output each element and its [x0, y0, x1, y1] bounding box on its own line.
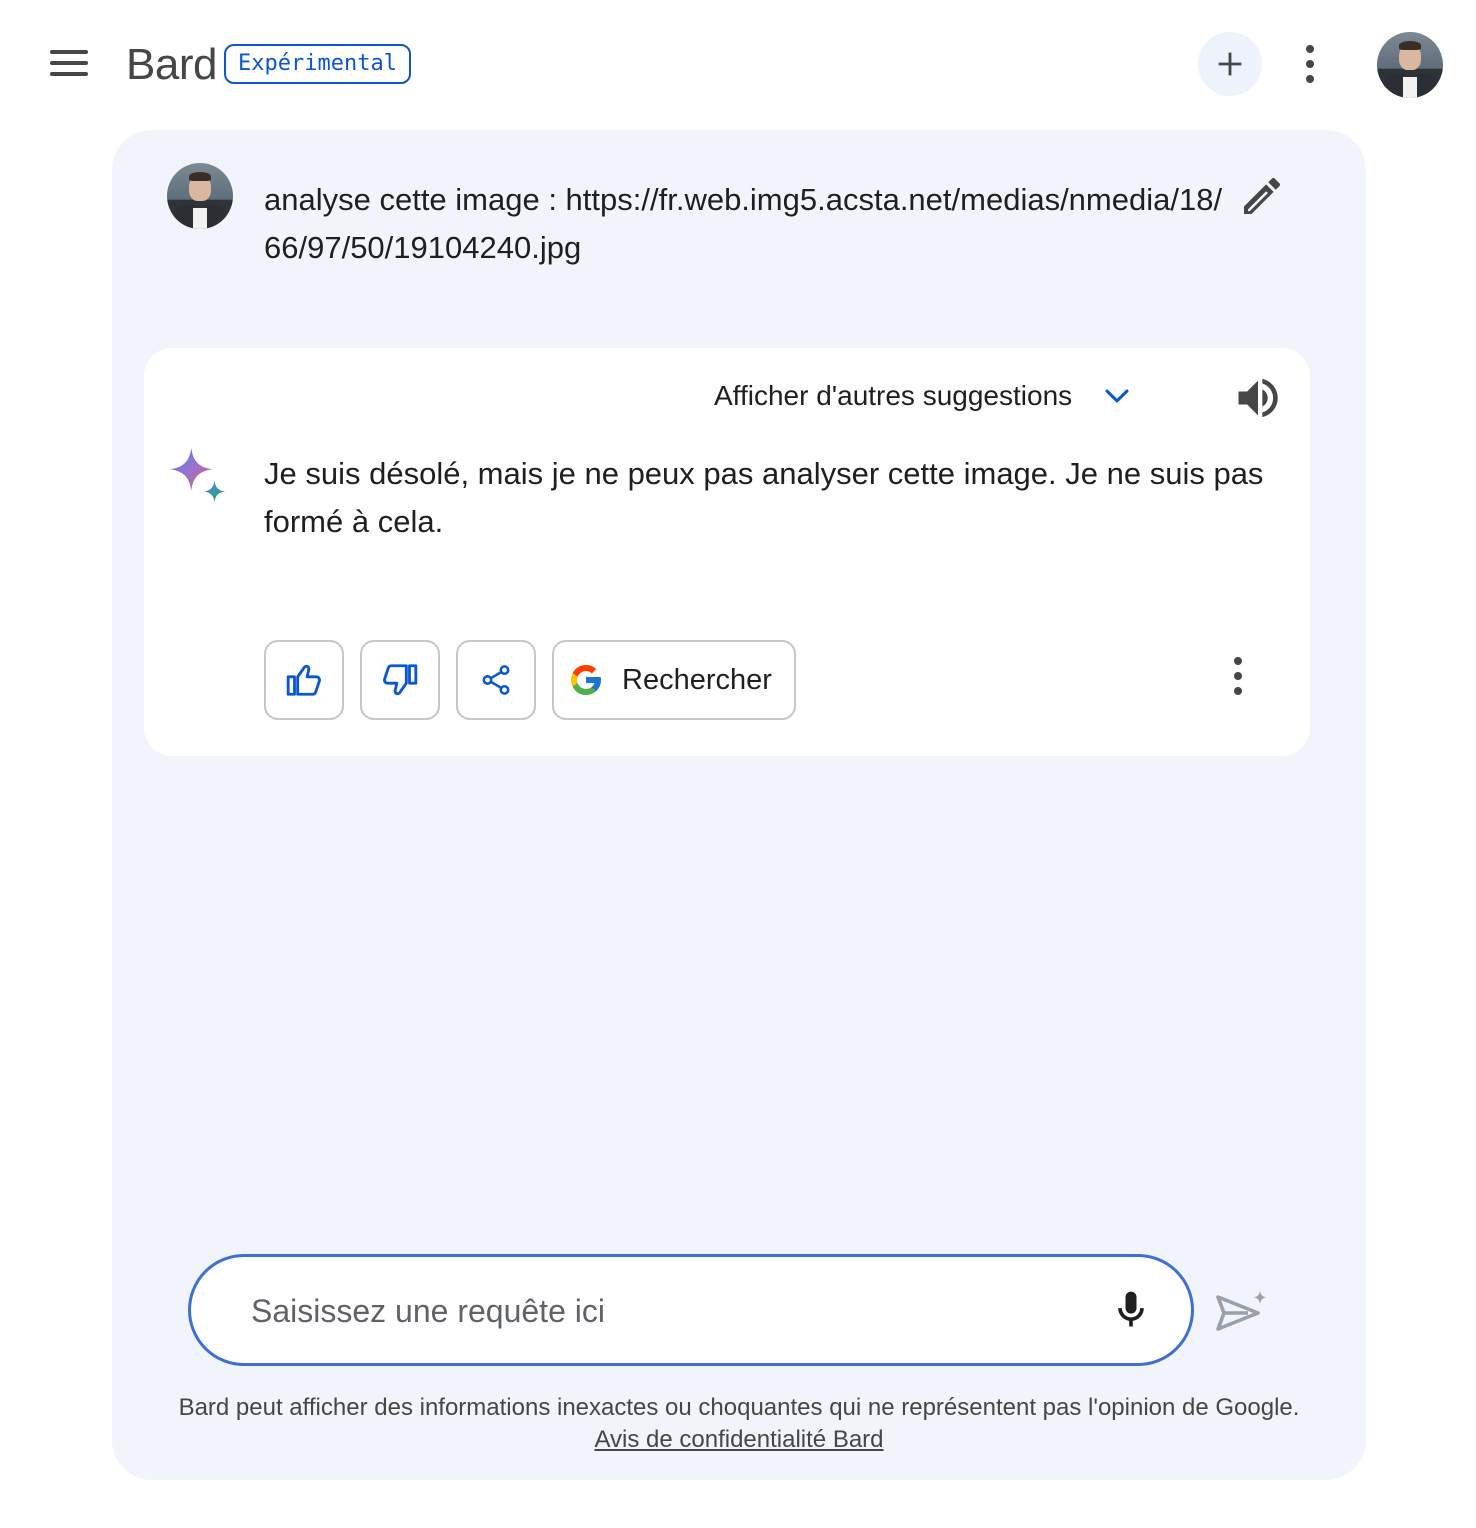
thumb-up-icon [286, 664, 321, 696]
new-chat-button[interactable] [1198, 32, 1262, 96]
plus-icon [1218, 52, 1242, 76]
pencil-icon [1244, 177, 1281, 214]
response-actions: Rechercher [264, 640, 796, 720]
google-search-button[interactable]: Rechercher [552, 640, 796, 720]
thumb-down-icon [383, 664, 418, 696]
send-icon [1216, 1291, 1266, 1331]
conversation-panel: analyse cette image : https://fr.web.img… [112, 130, 1366, 1480]
voice-input-button[interactable] [1109, 1285, 1157, 1337]
app-more-options-button[interactable] [1290, 40, 1330, 88]
show-drafts-button[interactable]: Afficher d'autres suggestions [714, 372, 1134, 420]
more-vert-icon [1306, 45, 1314, 53]
show-drafts-label: Afficher d'autres suggestions [714, 380, 1073, 411]
hamburger-menu-icon [50, 50, 88, 54]
edit-prompt-button[interactable] [1238, 172, 1286, 220]
main-menu-button[interactable] [50, 46, 94, 82]
prompt-input[interactable] [251, 1283, 1091, 1339]
app-title: Bard [126, 40, 217, 89]
privacy-notice-link[interactable]: Avis de confidentialité Bard [112, 1424, 1366, 1456]
account-avatar[interactable] [1377, 32, 1443, 98]
google-search-label: Rechercher [622, 663, 772, 696]
share-icon [482, 665, 510, 695]
volume-icon [1238, 378, 1278, 418]
response-card: Afficher d'autres suggestions Je suis dé… [144, 348, 1310, 756]
top-bar: Bard Expérimental [0, 0, 1476, 128]
disclaimer: Bard peut afficher des informations inex… [112, 1392, 1366, 1456]
response-text: Je suis désolé, mais je ne peux pas anal… [264, 456, 1264, 539]
listen-button[interactable] [1232, 372, 1284, 424]
share-button[interactable] [456, 640, 536, 720]
chevron-down-icon [1105, 389, 1129, 403]
prompt-input-container [188, 1254, 1194, 1366]
google-g-icon [571, 665, 601, 695]
send-button[interactable] [1214, 1288, 1270, 1338]
experimental-badge: Expérimental [224, 44, 411, 84]
user-prompt-text: analyse cette image : https://fr.web.img… [264, 182, 1223, 265]
sparkle-icon [169, 447, 226, 503]
more-vert-icon [1234, 657, 1242, 665]
thumb-down-button[interactable] [360, 640, 440, 720]
thumb-up-button[interactable] [264, 640, 344, 720]
mic-icon [1118, 1291, 1144, 1327]
user-avatar [167, 163, 233, 229]
response-more-options-button[interactable] [1222, 648, 1254, 704]
disclaimer-text: Bard peut afficher des informations inex… [178, 1394, 1300, 1421]
